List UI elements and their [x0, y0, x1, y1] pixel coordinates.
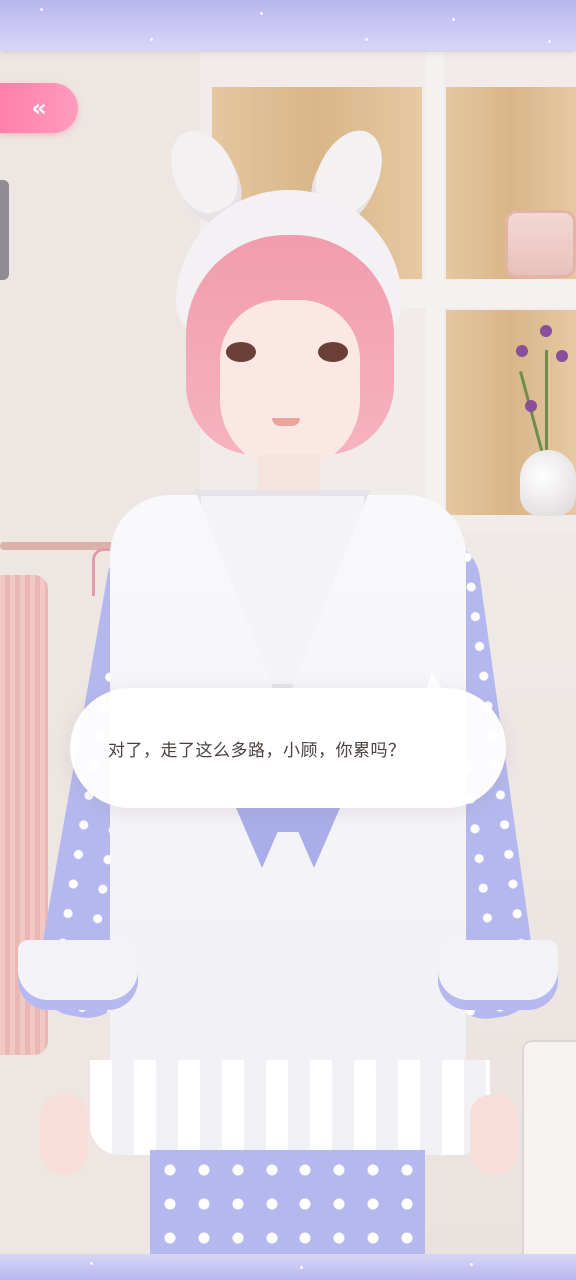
dialog-text: 对了，走了这么多路，小顾，你累吗？ — [108, 740, 406, 761]
double-chevron-left-icon: « — [31, 94, 47, 122]
top-bar — [0, 0, 576, 50]
back-button[interactable]: « — [0, 83, 78, 133]
bottom-bar — [0, 1254, 576, 1280]
game-scene: « 对了，走了这么多路，小顾，你累吗？ — [0, 0, 576, 1280]
dialog-bubble[interactable]: 对了，走了这么多路，小顾，你累吗？ — [70, 688, 506, 808]
character — [0, 0, 576, 1280]
side-panel-tab[interactable] — [0, 180, 9, 280]
character-face — [220, 300, 360, 470]
